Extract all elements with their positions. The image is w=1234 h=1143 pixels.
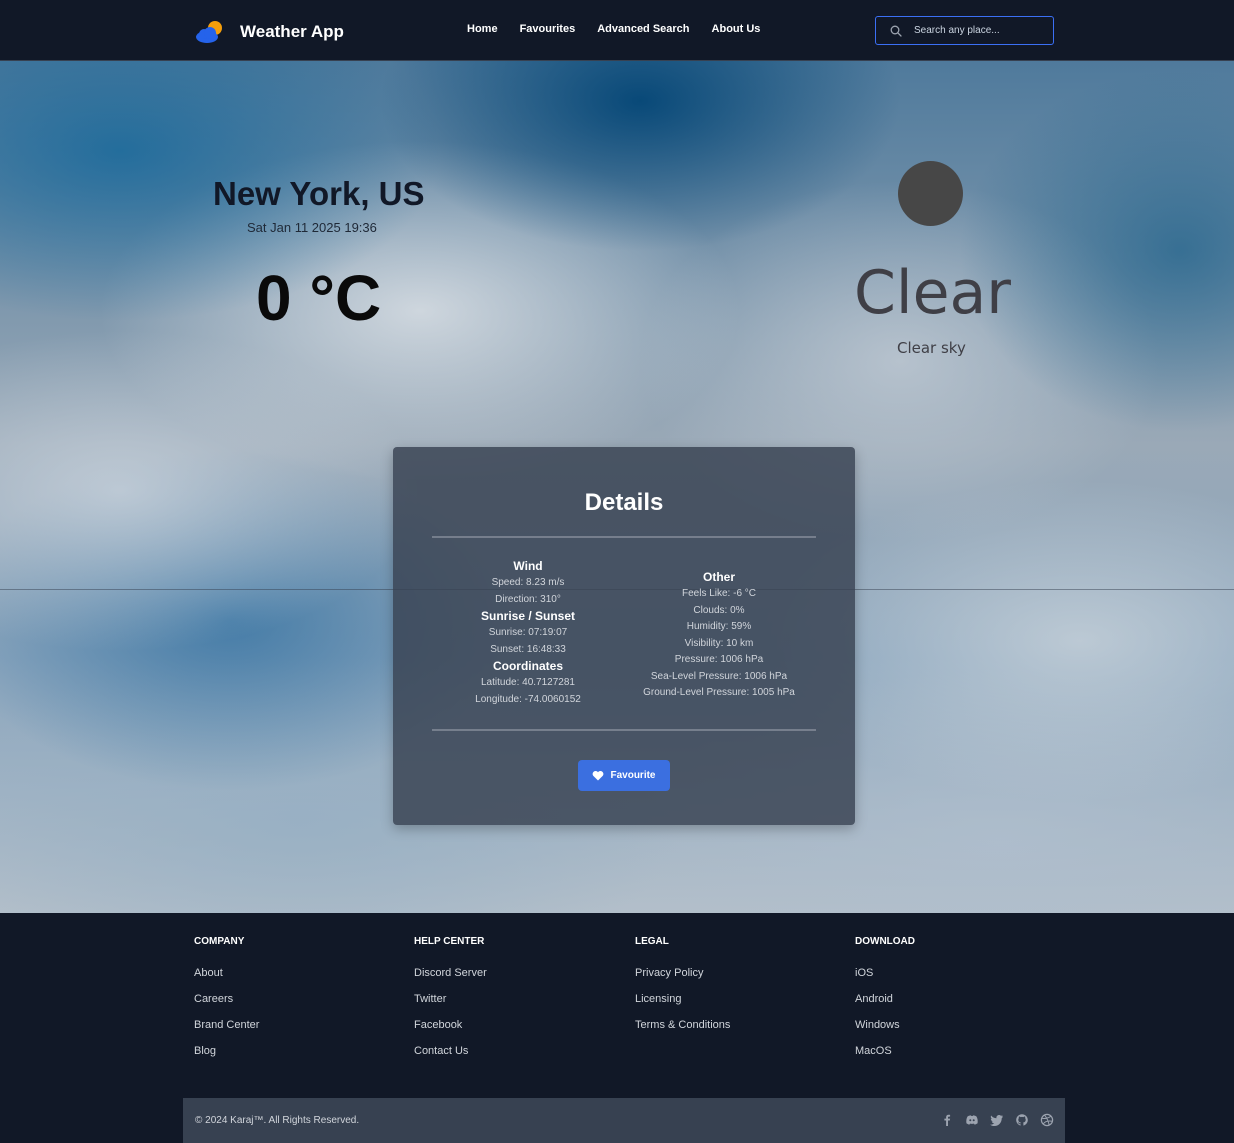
clouds: Clouds: 0% <box>693 604 745 616</box>
footer-link-blog[interactable]: Blog <box>194 1045 259 1057</box>
footer-column-title: HELP CENTER <box>414 936 485 947</box>
temperature: 0 °C <box>256 262 382 334</box>
latitude: Latitude: 40.7127281 <box>481 677 575 688</box>
other-title: Other <box>702 570 735 584</box>
nav-link-home[interactable]: Home <box>467 23 498 35</box>
location-name: New York, US <box>213 175 425 212</box>
nav-link-about-us[interactable]: About Us <box>712 23 761 35</box>
twitter-icon[interactable] <box>990 1113 1004 1127</box>
heart-icon <box>593 771 604 781</box>
footer-link-macos[interactable]: MacOS <box>855 1045 915 1057</box>
dribbble-icon[interactable] <box>1040 1113 1054 1127</box>
footer-bottom-bar: © 2024 Karaj™. All Rights Reserved. <box>183 1098 1065 1143</box>
humidity: Humidity: 59% <box>686 621 752 632</box>
details-title: Details <box>584 489 664 516</box>
feels-like: Feels Like: -6 °C <box>681 588 757 599</box>
wind-title: Wind <box>513 559 543 573</box>
sunrise-time: Sunrise: 07:19:07 <box>488 627 568 638</box>
local-datetime: Sat Jan 11 2025 19:36 <box>247 220 377 235</box>
discord-icon[interactable] <box>965 1113 979 1127</box>
footer-link-careers[interactable]: Careers <box>194 993 259 1005</box>
search-icon <box>890 25 902 37</box>
weather-hero: New York, US Sat Jan 11 2025 19:36 0 °C … <box>0 61 1234 913</box>
copyright: © 2024 Karaj™. All Rights Reserved. <box>195 1115 360 1126</box>
weather-condition: Clear <box>854 258 1011 328</box>
social-links <box>929 1113 1054 1127</box>
footer-column-title: DOWNLOAD <box>855 936 915 947</box>
brand[interactable]: Weather App <box>194 18 344 46</box>
sun-title: Sunrise / Sunset <box>480 609 576 623</box>
footer-link-discord-server[interactable]: Discord Server <box>414 967 487 979</box>
github-icon[interactable] <box>1015 1113 1029 1127</box>
navbar: Weather App Home Favourites Advanced Sea… <box>0 0 1234 61</box>
details-divider-top <box>432 536 816 538</box>
footer-link-licensing[interactable]: Licensing <box>635 993 730 1005</box>
details-left-column: Wind Speed: 8.23 m/s Direction: 310° Sun… <box>448 558 608 708</box>
wind-speed: Speed: 8.23 m/s <box>491 577 565 588</box>
ground-level-pressure: Ground-Level Pressure: 1005 hPa <box>643 687 795 698</box>
footer-link-about[interactable]: About <box>194 967 259 979</box>
coordinates-title: Coordinates <box>492 659 563 673</box>
footer-column-company: COMPANY About Careers Brand Center Blog <box>194 936 259 1071</box>
visibility: Visibility: 10 km <box>684 637 754 649</box>
footer-link-ios[interactable]: iOS <box>855 967 915 979</box>
footer-link-android[interactable]: Android <box>855 993 915 1005</box>
details-divider-bottom <box>432 729 816 731</box>
footer-link-brand-center[interactable]: Brand Center <box>194 1019 259 1031</box>
footer-link-windows[interactable]: Windows <box>855 1019 915 1031</box>
pressure: Pressure: 1006 hPa <box>674 654 764 665</box>
details-right-column: Other Feels Like: -6 °C Clouds: 0% Humid… <box>629 569 809 702</box>
footer-link-facebook[interactable]: Facebook <box>414 1019 487 1031</box>
footer-link-twitter[interactable]: Twitter <box>414 993 487 1005</box>
favourite-button[interactable]: Favourite <box>578 760 670 791</box>
footer-column-title: LEGAL <box>635 936 669 947</box>
footer-column-legal: LEGAL Privacy Policy Licensing Terms & C… <box>635 936 730 1045</box>
search-box[interactable] <box>875 16 1054 45</box>
favourite-label: Favourite <box>610 770 656 781</box>
weather-description: Clear sky <box>897 339 966 357</box>
longitude: Longitude: -74.0060152 <box>475 693 581 705</box>
facebook-icon[interactable] <box>940 1113 954 1127</box>
nav-link-advanced-search[interactable]: Advanced Search <box>597 23 689 35</box>
footer-column-title: COMPANY <box>194 936 245 947</box>
brand-name: Weather App <box>240 22 344 41</box>
weather-logo-icon <box>196 21 222 43</box>
search-input[interactable] <box>914 25 1044 36</box>
wind-direction: Direction: 310° <box>495 593 561 605</box>
weather-condition-icon <box>898 161 963 226</box>
footer: COMPANY About Careers Brand Center Blog … <box>0 913 1234 1143</box>
footer-link-terms-conditions[interactable]: Terms & Conditions <box>635 1019 730 1031</box>
nav-links: Home Favourites Advanced Search About Us <box>467 23 782 35</box>
details-card: Details Wind Speed: 8.23 m/s Direction: … <box>393 447 855 825</box>
sunset-time: Sunset: 16:48:33 <box>490 643 566 655</box>
nav-link-favourites[interactable]: Favourites <box>520 23 576 35</box>
footer-column-download: DOWNLOAD iOS Android Windows MacOS <box>855 936 915 1071</box>
footer-column-help-center: HELP CENTER Discord Server Twitter Faceb… <box>414 936 487 1071</box>
footer-link-privacy-policy[interactable]: Privacy Policy <box>635 967 730 979</box>
footer-link-contact-us[interactable]: Contact Us <box>414 1045 487 1057</box>
sea-level-pressure: Sea-Level Pressure: 1006 hPa <box>650 670 788 682</box>
